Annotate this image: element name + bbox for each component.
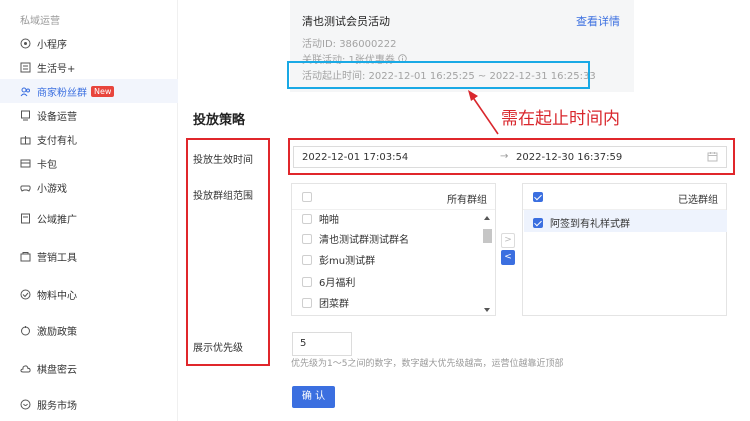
sidebar-item-label: 服务市场: [37, 400, 77, 412]
confirm-button[interactable]: 确 认: [292, 386, 335, 408]
all-groups-panel: 所有群组 啪啪 清也测试群测试群名 彭mu测试群 6月福利 团菜群: [291, 183, 496, 316]
move-left-button[interactable]: <: [501, 250, 515, 265]
fan-group-icon: [20, 86, 31, 97]
date-highlight-box: [288, 138, 735, 175]
scroll-thumb[interactable]: [483, 229, 492, 243]
material-center-icon: [20, 289, 31, 300]
selected-groups-header: 已选群组: [523, 184, 726, 210]
device-icon: [20, 110, 31, 121]
sidebar-item-life-account[interactable]: 生活号+: [0, 55, 178, 79]
list-item[interactable]: 彭mu测试群: [302, 252, 375, 267]
game-icon: [20, 182, 31, 193]
activity-time-highlight-box: [287, 61, 590, 89]
sidebar: 私域运营 小程序 生活号+ 商家粉丝群 New 设备运营 支付有礼 卡包 小游戏…: [0, 0, 178, 421]
sidebar-item-card-wallet[interactable]: 卡包: [0, 151, 178, 175]
list-item[interactable]: 啪啪: [302, 211, 339, 226]
list-item[interactable]: 清也测试群测试群名: [302, 231, 409, 246]
sidebar-item-label: 激励政策: [37, 326, 77, 338]
priority-hint: 优先级为1～5之间的数字，数字越大优先级越高，运营位越靠近顶部: [291, 359, 564, 369]
sidebar-item-label: 生活号+: [37, 63, 76, 75]
view-details-link[interactable]: 查看详情: [576, 13, 620, 29]
item-checkbox[interactable]: [302, 213, 312, 224]
sidebar-group-label: 私域运营: [20, 16, 60, 27]
service-market-icon: [20, 399, 31, 410]
item-checkbox[interactable]: [302, 233, 312, 244]
item-label: 啪啪: [319, 215, 339, 226]
selected-groups-panel: 已选群组 阿签到有礼样式群: [522, 183, 727, 316]
sidebar-item-pay-gift[interactable]: 支付有礼: [0, 127, 178, 151]
scroll-up-arrow[interactable]: [484, 216, 490, 220]
item-checkbox[interactable]: [302, 297, 312, 308]
sidebar-item-fan-group[interactable]: 商家粉丝群 New: [0, 79, 178, 103]
pay-gift-icon: [20, 134, 31, 145]
mini-program-icon: [20, 38, 31, 49]
sidebar-item-marketing-tool[interactable]: 营销工具: [0, 244, 178, 268]
priority-input[interactable]: 5: [292, 332, 352, 356]
life-account-icon: [20, 62, 31, 73]
sidebar-item-device[interactable]: 设备运营: [0, 103, 178, 127]
sidebar-item-service-market[interactable]: 服务市场: [0, 392, 178, 416]
sidebar-item-label: 公域推广: [37, 214, 77, 226]
cloud-icon: [20, 363, 31, 374]
sidebar-item-mini-program[interactable]: 小程序: [0, 31, 178, 55]
all-groups-header: 所有群组: [292, 184, 495, 210]
move-right-button[interactable]: >: [501, 233, 515, 248]
sidebar-item-label: 商家粉丝群: [37, 87, 87, 99]
list-item[interactable]: 团菜群: [302, 295, 349, 310]
sidebar-item-public-promo[interactable]: 公域推广: [0, 206, 178, 230]
select-all-checkbox[interactable]: [302, 192, 312, 202]
item-checkbox[interactable]: [302, 276, 312, 287]
sidebar-item-material-center[interactable]: 物料中心: [0, 282, 178, 306]
select-all-selected-checkbox[interactable]: [533, 192, 543, 202]
item-checkbox[interactable]: [302, 254, 312, 265]
item-label: 彭mu测试群: [319, 256, 376, 267]
item-label: 清也测试群测试群名: [319, 235, 409, 246]
annotation-arrow: [468, 90, 499, 135]
item-label: 6月福利: [319, 278, 356, 289]
strategy-title: 投放策略: [193, 113, 246, 128]
public-promo-icon: [20, 213, 31, 224]
sidebar-item-label: 营销工具: [37, 252, 77, 264]
incentive-icon: [20, 325, 31, 336]
list-scrollbar[interactable]: [483, 214, 492, 314]
card-wallet-icon: [20, 158, 31, 169]
labels-highlight-box: [186, 138, 270, 366]
sidebar-item-label: 小程序: [37, 39, 67, 51]
new-badge: New: [91, 85, 115, 97]
selected-groups-title: 已选群组: [678, 195, 718, 206]
scroll-down-arrow[interactable]: [484, 308, 490, 312]
list-item[interactable]: 阿签到有礼样式群: [533, 215, 630, 230]
sidebar-item-label: 设备运营: [37, 111, 77, 123]
item-checkbox[interactable]: [533, 217, 543, 228]
annotation-text: 需在起止时间内: [501, 109, 620, 129]
sidebar-item-label: 棋盘密云: [37, 364, 77, 376]
sidebar-item-label: 支付有礼: [37, 135, 77, 147]
all-groups-title: 所有群组: [447, 195, 487, 206]
sidebar-item-label: 卡包: [37, 159, 57, 171]
sidebar-item-game[interactable]: 小游戏: [0, 175, 178, 199]
list-item[interactable]: 6月福利: [302, 274, 355, 289]
sidebar-item-incentive[interactable]: 激励政策: [0, 318, 178, 342]
sidebar-item-label: 小游戏: [37, 183, 67, 195]
item-label: 阿签到有礼样式群: [550, 219, 630, 230]
sidebar-item-cloud[interactable]: 棋盘密云: [0, 356, 178, 380]
marketing-tool-icon: [20, 251, 31, 262]
sidebar-item-label: 物料中心: [37, 290, 77, 302]
activity-title: 清也测试会员活动: [302, 15, 390, 28]
item-label: 团菜群: [319, 299, 349, 310]
activity-id: 活动ID: 386000222: [302, 39, 397, 50]
